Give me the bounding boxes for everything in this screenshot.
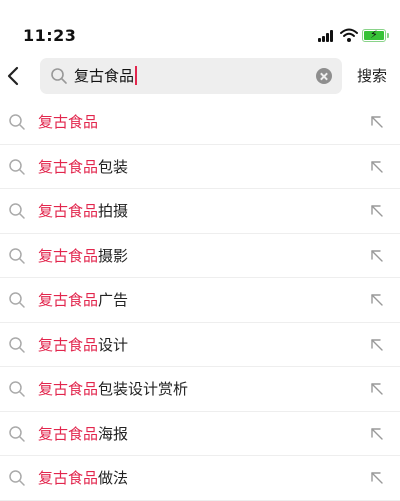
suggestion-rest: 拍摄 bbox=[98, 202, 129, 220]
arrow-up-left-icon[interactable] bbox=[368, 380, 386, 398]
search-icon bbox=[9, 470, 25, 486]
suggestion-rest: 设计 bbox=[98, 335, 129, 354]
search-icon bbox=[9, 425, 25, 442]
arrow-up-left-icon[interactable] bbox=[368, 336, 386, 354]
search-box[interactable]: 复古食品 bbox=[40, 58, 342, 94]
search-icon bbox=[9, 336, 25, 353]
suggestion-highlight: 复古食品 bbox=[38, 202, 99, 220]
arrow-up-left-icon[interactable] bbox=[368, 425, 386, 443]
text-caret bbox=[135, 66, 138, 85]
search-icon bbox=[9, 381, 25, 397]
search-input-value: 复古食品 bbox=[74, 67, 135, 85]
status-bar: 11:23 ⚡ bbox=[0, 0, 400, 62]
arrow-up-left-icon[interactable] bbox=[368, 291, 386, 309]
suggestion-text: 复古食品拍摄 bbox=[38, 189, 128, 233]
search-icon bbox=[9, 114, 25, 130]
suggestion-highlight: 复古食品 bbox=[38, 335, 99, 354]
search-icon bbox=[9, 158, 25, 175]
suggestion-highlight: 复古食品 bbox=[38, 469, 99, 487]
suggestion-item[interactable]: 复古食品拍摄 bbox=[0, 189, 400, 234]
battery-charging-icon: ⚡ bbox=[362, 29, 389, 42]
suggestion-text: 复古食品包装设计赏析 bbox=[38, 367, 188, 411]
arrow-up-left-icon[interactable] bbox=[368, 469, 386, 487]
suggestion-item[interactable]: 复古食品包装设计赏析 bbox=[0, 367, 400, 412]
suggestion-item[interactable]: 复古食品做法 bbox=[0, 456, 400, 501]
search-icon bbox=[9, 247, 25, 264]
suggestion-item[interactable]: 复古食品包装 bbox=[0, 145, 400, 189]
suggestion-text: 复古食品 bbox=[38, 100, 98, 144]
back-button[interactable] bbox=[2, 61, 26, 91]
suggestion-text: 复古食品设计 bbox=[38, 323, 128, 367]
suggestion-rest: 摄影 bbox=[98, 246, 129, 265]
status-time: 11:23 bbox=[23, 26, 77, 45]
arrow-up-left-icon[interactable] bbox=[368, 158, 386, 176]
suggestion-highlight: 复古食品 bbox=[38, 113, 99, 131]
cellular-signal-icon bbox=[318, 30, 336, 42]
suggestion-rest: 海报 bbox=[98, 424, 129, 443]
search-icon bbox=[9, 203, 25, 219]
suggestion-rest: 广告 bbox=[98, 291, 129, 309]
suggestion-rest: 包装 bbox=[98, 157, 129, 176]
suggestion-highlight: 复古食品 bbox=[38, 380, 99, 398]
arrow-up-left-icon[interactable] bbox=[368, 113, 386, 131]
search-submit-button[interactable]: 搜索 bbox=[357, 65, 387, 87]
arrow-up-left-icon[interactable] bbox=[368, 202, 386, 220]
suggestion-item[interactable]: 复古食品广告 bbox=[0, 278, 400, 323]
suggestion-text: 复古食品摄影 bbox=[38, 234, 128, 278]
suggestion-highlight: 复古食品 bbox=[38, 246, 99, 265]
suggestion-list: 复古食品 复古食品包装 复古食品拍摄 复古食品摄影 复古食品广告 复古食品设计 … bbox=[0, 100, 400, 501]
suggestion-highlight: 复古食品 bbox=[38, 424, 99, 443]
suggestion-rest: 包装设计赏析 bbox=[98, 380, 189, 398]
suggestion-text: 复古食品广告 bbox=[38, 278, 128, 322]
suggestion-item[interactable]: 复古食品设计 bbox=[0, 323, 400, 367]
clear-icon[interactable] bbox=[316, 68, 332, 84]
suggestion-item[interactable]: 复古食品海报 bbox=[0, 412, 400, 456]
search-header: 复古食品 搜索 bbox=[0, 55, 400, 99]
suggestion-text: 复古食品包装 bbox=[38, 145, 128, 189]
arrow-up-left-icon[interactable] bbox=[368, 247, 386, 265]
suggestion-text: 复古食品海报 bbox=[38, 412, 128, 456]
wifi-icon bbox=[340, 28, 358, 42]
search-input[interactable]: 复古食品 bbox=[74, 58, 314, 94]
suggestion-rest: 做法 bbox=[98, 469, 129, 487]
suggestion-item[interactable]: 复古食品摄影 bbox=[0, 234, 400, 278]
search-icon bbox=[9, 292, 25, 308]
suggestion-highlight: 复古食品 bbox=[38, 157, 99, 176]
suggestion-highlight: 复古食品 bbox=[38, 291, 99, 309]
suggestion-text: 复古食品做法 bbox=[38, 456, 128, 500]
search-icon bbox=[51, 68, 67, 84]
suggestion-item[interactable]: 复古食品 bbox=[0, 100, 400, 145]
